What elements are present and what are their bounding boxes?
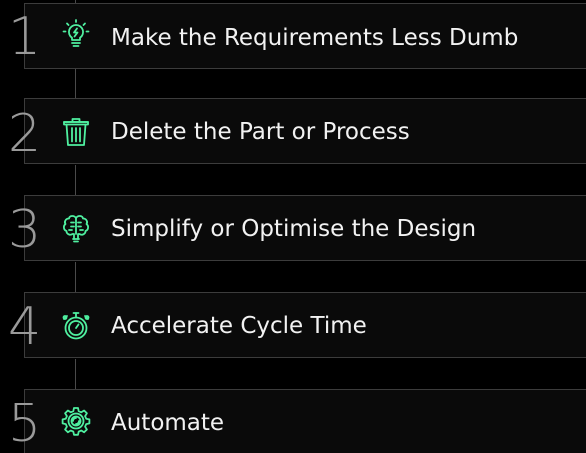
step-label: Automate <box>111 410 225 436</box>
connector-line <box>75 262 76 292</box>
step-label: Make the Requirements Less Dumb <box>111 25 519 51</box>
step-number: 2 <box>8 104 41 164</box>
step-number: 5 <box>8 394 41 453</box>
connector-line <box>75 359 76 389</box>
step-card-5 <box>24 389 586 453</box>
step-number: 3 <box>8 200 41 260</box>
connector-line <box>75 68 76 98</box>
gear-icon <box>59 404 93 438</box>
stopwatch-icon <box>59 309 93 343</box>
step-label: Accelerate Cycle Time <box>111 313 367 339</box>
step-number: 4 <box>8 297 41 357</box>
connector-line <box>75 165 76 195</box>
step-number: 1 <box>8 7 41 67</box>
step-label: Delete the Part or Process <box>111 119 410 145</box>
trash-icon <box>59 115 93 149</box>
brain-icon <box>59 211 93 245</box>
lightbulb-icon <box>59 17 93 51</box>
step-label: Simplify or Optimise the Design <box>111 216 477 242</box>
